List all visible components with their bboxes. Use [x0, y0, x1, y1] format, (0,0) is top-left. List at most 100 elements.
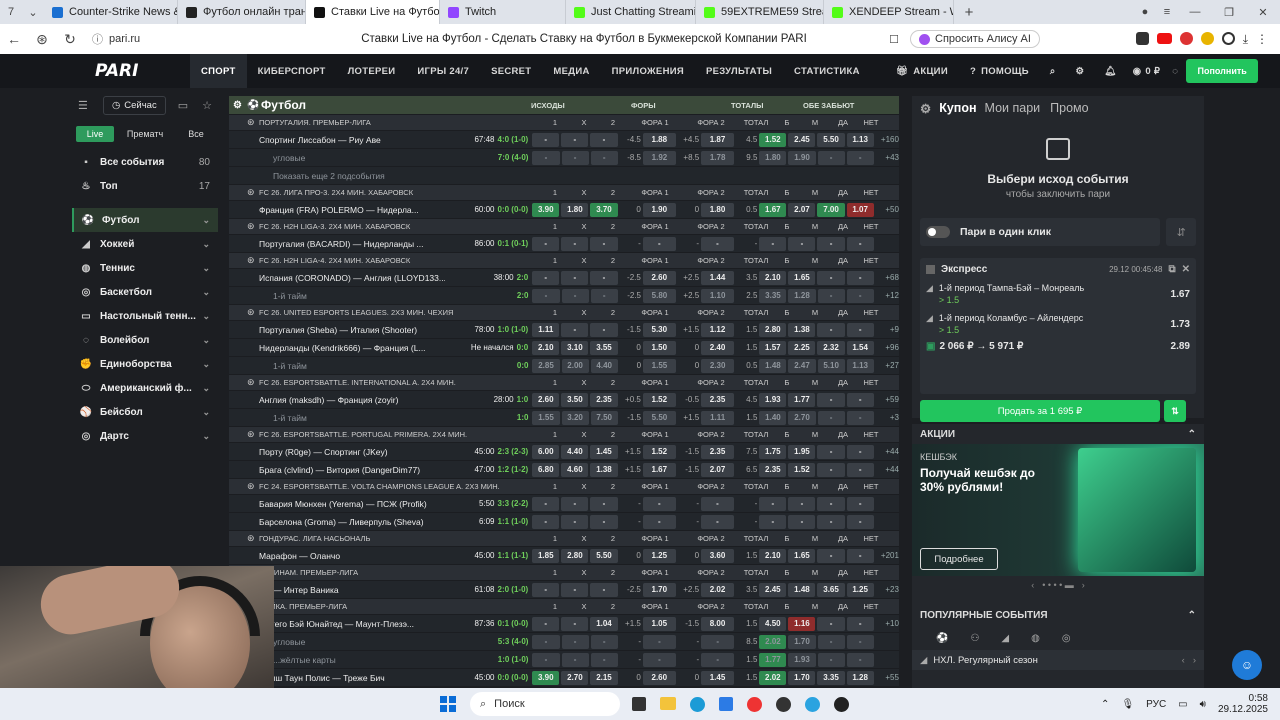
odd-cell[interactable]: 2.10 — [759, 270, 787, 285]
hockey-icon[interactable]: ◢ — [1001, 633, 1009, 644]
promo-more-button[interactable]: Подробнее — [920, 548, 998, 570]
odd-cell[interactable]: 1.77 — [759, 652, 787, 667]
odd-cell[interactable]: 4.40 — [561, 444, 589, 459]
restore-icon[interactable]: ❐ — [1212, 0, 1246, 24]
more-markets-count[interactable]: +44 — [876, 465, 899, 474]
tab-count-badge[interactable]: 7 — [0, 0, 22, 24]
odd-cell[interactable]: 1.80 — [561, 202, 589, 217]
event-row[interactable]: Брага (clvlind) — Витория (DangerDim77) 4… — [229, 460, 899, 478]
event-name[interactable]: Франция (FRA) POLERMO — Нидерла... — [229, 205, 445, 215]
event-name[interactable]: Спортинг Лиссабон — Риу Аве — [229, 135, 445, 145]
all-events-item[interactable]: ▪ Все события 80 — [72, 150, 218, 174]
event-row[interactable]: 1-й тайм 0:0 2.85 2.00 4.40 0 1.55 0 2.30 0.5 1.48… — [229, 356, 899, 374]
odd-cell[interactable]: - — [590, 288, 618, 303]
browser-tab[interactable]: XENDEEP Stream - Watch — [824, 0, 954, 24]
odd-cell[interactable]: - — [817, 236, 845, 251]
more-markets-count[interactable]: +201 — [876, 551, 899, 560]
odd-cell[interactable]: 2.70 — [561, 670, 589, 685]
odd-cell[interactable]: - — [701, 236, 734, 251]
odd-cell[interactable]: 1.40 — [759, 410, 787, 425]
group-obe-zabiut[interactable]: ОБЕ ЗАБЬЮТ — [803, 101, 893, 110]
event-name[interactable]: Нидерланды (Kendrik666) — Франция (L... — [229, 343, 445, 353]
adblock-icon[interactable] — [1179, 31, 1193, 45]
odd-cell[interactable]: 1.45 — [590, 444, 618, 459]
odd-cell[interactable]: 5.50 — [643, 410, 676, 425]
balance[interactable]: ◉ 0 ₽ — [1127, 54, 1166, 88]
odd-cell[interactable]: - — [817, 462, 845, 477]
odd-cell[interactable]: 1.75 — [759, 444, 787, 459]
more-markets-count[interactable]: +10 — [876, 619, 899, 628]
popular-next-icon[interactable]: › — [1193, 655, 1196, 666]
extension-icon[interactable] — [1135, 31, 1149, 45]
url-field[interactable]: ⓘ pari.ru — [84, 31, 284, 47]
odd-cell[interactable]: 2.25 — [788, 340, 816, 355]
sell-options-icon[interactable]: ⇅ — [1164, 400, 1186, 422]
event-row[interactable]: Португалия (Sheba) — Италия (Shooter) 78:… — [229, 320, 899, 338]
expand-chevron-icon[interactable]: ⌄ — [202, 431, 210, 442]
filter-icon[interactable]: ☰ — [78, 99, 99, 112]
obs-icon[interactable] — [776, 696, 791, 712]
copy-icon[interactable]: ⧉ — [1168, 264, 1175, 275]
odd-cell[interactable]: - — [817, 652, 845, 667]
odd-cell[interactable]: 1.92 — [643, 150, 676, 165]
odd-cell[interactable]: 1.70 — [788, 634, 816, 649]
now-toggle[interactable]: ◷ Сейчас — [102, 95, 166, 115]
odd-cell[interactable]: - — [561, 582, 589, 597]
odd-cell[interactable]: - — [846, 288, 874, 303]
odd-cell[interactable]: 2.35 — [701, 444, 734, 459]
odd-cell[interactable]: 1.11 — [701, 410, 735, 425]
odd-cell[interactable]: 2.35 — [759, 462, 787, 477]
event-row[interactable]: 1-й тайм 2:0- - - -2.5 5.80 +2.5 1.10 2.5 3.35 1.2… — [229, 286, 899, 304]
odd-cell[interactable]: 2.80 — [561, 548, 589, 563]
event-row[interactable]: Спортинг Лиссабон — Риу Аве 67:48 4:0 (1-0… — [229, 130, 899, 148]
odd-cell[interactable]: - — [701, 514, 734, 529]
odd-cell[interactable]: - — [846, 392, 874, 407]
sport-item[interactable]: ✊ Единоборства ⌄ — [72, 352, 218, 376]
odd-cell[interactable]: - — [846, 410, 874, 425]
odd-cell[interactable]: - — [532, 652, 560, 667]
odd-cell[interactable]: 1.80 — [759, 150, 787, 165]
expand-chevron-icon[interactable]: ⌄ — [202, 335, 210, 346]
expand-chevron-icon[interactable]: ⌄ — [202, 287, 210, 298]
edge-icon[interactable] — [690, 696, 705, 712]
odd-cell[interactable]: 1.67 — [759, 202, 787, 217]
odd-cell[interactable]: 1.90 — [788, 150, 816, 165]
event-name[interactable]: Марафон — Оланчо — [229, 551, 445, 561]
odd-cell[interactable]: 2.02 — [759, 634, 787, 649]
deposit-button[interactable]: Пополнить — [1186, 59, 1259, 83]
event-name[interactable]: Бавария Мюнхен (Yerema) — ПСЖ (Profik) — [229, 499, 445, 509]
odd-cell[interactable]: - — [701, 634, 735, 649]
event-name[interactable]: Испания (CORONADO) — Англия (LLOYD133... — [229, 273, 445, 283]
filter-all[interactable]: Все — [176, 126, 216, 142]
more-markets-count[interactable]: +44 — [876, 447, 899, 456]
event-name[interactable]: Англия (maksdh) — Франция (zoyir) — [229, 395, 445, 405]
event-row[interactable]: ...нтего Бэй Юнайтед — Маунт-Плезэ... 87:… — [229, 614, 899, 632]
odd-cell[interactable]: - — [846, 514, 874, 529]
league-header[interactable]: ⊛ FC 26. ESPORTSBATTLE. INTERNATIONAL A. … — [229, 374, 899, 390]
odd-cell[interactable]: 5.30 — [642, 322, 676, 337]
odd-cell[interactable]: - — [846, 496, 874, 511]
tennis-icon[interactable]: ◍ — [1031, 633, 1040, 644]
sport-item[interactable]: ▭ Настольный тенн... ⌄ — [72, 304, 218, 328]
odd-cell[interactable]: 2.32 — [817, 340, 845, 355]
more-markets-count[interactable]: +23 — [876, 585, 899, 594]
odd-cell[interactable]: 3.90 — [532, 670, 560, 685]
odd-cell[interactable]: - — [642, 496, 676, 511]
odd-cell[interactable]: 1.25 — [642, 548, 676, 563]
odd-cell[interactable]: - — [532, 496, 560, 511]
odd-cell[interactable]: 1.93 — [788, 652, 816, 667]
odd-cell[interactable]: - — [561, 496, 589, 511]
odd-cell[interactable]: - — [788, 514, 816, 529]
odd-cell[interactable]: - — [817, 392, 845, 407]
odd-cell[interactable]: 1.44 — [701, 270, 734, 285]
odd-cell[interactable]: 2.47 — [788, 358, 816, 373]
odd-cell[interactable]: - — [561, 616, 589, 631]
odd-cell[interactable]: 2.10 — [532, 340, 560, 355]
settings-gear-icon[interactable]: ⚙ — [229, 100, 247, 111]
one-click-settings-icon[interactable]: ⇵ — [1166, 218, 1196, 246]
event-name[interactable]: Порту (R0ge) — Спортинг (JKey) — [229, 447, 445, 457]
odd-cell[interactable]: 1.95 — [788, 444, 816, 459]
odd-cell[interactable]: 1.13 — [846, 132, 874, 147]
odd-cell[interactable]: - — [701, 496, 734, 511]
more-markets-count[interactable]: +96 — [876, 343, 899, 352]
